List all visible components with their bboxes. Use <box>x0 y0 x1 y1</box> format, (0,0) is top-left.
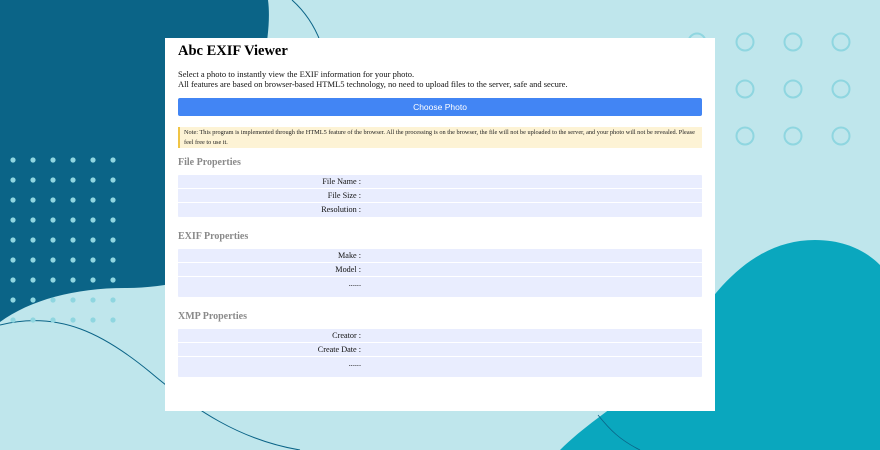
page-title: Abc EXIF Viewer <box>178 43 288 59</box>
create-date-value <box>361 343 702 356</box>
privacy-note: Note: This program is implemented throug… <box>178 127 702 148</box>
description-line-2: All features are based on browser-based … <box>178 79 568 89</box>
exif-properties-table: Make : Model : ...... <box>178 249 702 297</box>
file-name-label: File Name : <box>322 177 361 186</box>
exif-viewer-panel: Abc EXIF Viewer Select a photo to instan… <box>165 38 715 411</box>
xmp-properties-title: XMP Properties <box>178 311 247 322</box>
table-row: Make : <box>178 249 702 263</box>
resolution-value <box>361 203 702 217</box>
description: Select a photo to instantly view the EXI… <box>178 69 702 89</box>
xmp-properties-table: Creator : Create Date : ...... <box>178 329 702 377</box>
file-size-label: File Size : <box>327 191 361 200</box>
creator-value <box>361 329 702 342</box>
table-row: Create Date : <box>178 343 702 357</box>
table-row: ...... <box>178 357 702 377</box>
resolution-label: Resolution : <box>321 205 361 214</box>
file-name-value <box>361 175 702 188</box>
table-row: File Size : <box>178 189 702 203</box>
more-xmp-label: ...... <box>348 359 361 368</box>
table-row: Creator : <box>178 329 702 343</box>
more-xmp-value <box>361 357 702 377</box>
more-exif-value <box>361 277 702 297</box>
more-exif-label: ...... <box>348 279 361 288</box>
table-row: Resolution : <box>178 203 702 217</box>
page-background: Abc EXIF Viewer Select a photo to instan… <box>0 0 880 450</box>
exif-properties-title: EXIF Properties <box>178 231 249 242</box>
make-label: Make : <box>338 251 361 260</box>
file-properties-title: File Properties <box>178 157 241 168</box>
make-value <box>361 249 702 262</box>
choose-photo-button[interactable]: Choose Photo <box>178 98 702 116</box>
creator-label: Creator : <box>332 331 361 340</box>
model-label: Model : <box>335 265 361 274</box>
table-row: Model : <box>178 263 702 277</box>
file-size-value <box>361 189 702 202</box>
file-properties-table: File Name : File Size : Resolution : <box>178 175 702 217</box>
model-value <box>361 263 702 276</box>
description-line-1: Select a photo to instantly view the EXI… <box>178 69 415 79</box>
table-row: ...... <box>178 277 702 297</box>
create-date-label: Create Date : <box>317 345 361 354</box>
table-row: File Name : <box>178 175 702 189</box>
